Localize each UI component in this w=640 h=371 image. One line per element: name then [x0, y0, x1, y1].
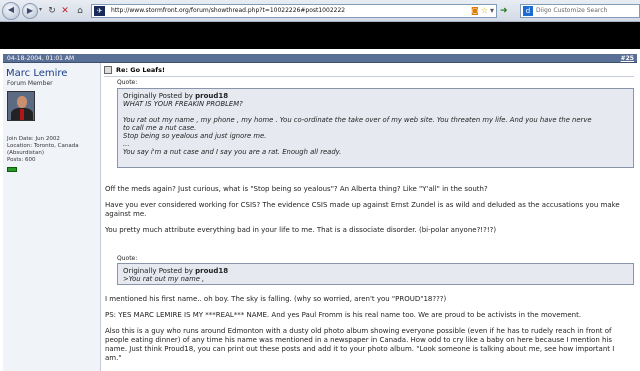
address-bar[interactable]: ✈ http://www.stormfront.org/forum/showth…	[91, 4, 497, 18]
go-icon[interactable]: ➜	[500, 5, 512, 17]
quote-header: Originally Posted by proud18	[123, 267, 229, 275]
quote-line: Stop being so yealous and just ignore me…	[123, 132, 267, 140]
url-text[interactable]: http://www.stormfront.org/forum/showthre…	[111, 7, 345, 14]
forum-page: 04-18-2004, 01:01 AM #25 Marc Lemire For…	[0, 49, 640, 371]
post-number-link[interactable]: #25	[621, 55, 634, 62]
join-date: Join Date: Jun 2002	[7, 136, 60, 142]
post-paragraph: Also this is a guy who runs around Edmon…	[105, 327, 615, 362]
divider	[104, 76, 634, 77]
quote-label: Quote:	[117, 79, 138, 86]
avatar[interactable]	[7, 91, 35, 121]
quote-header: Originally Posted by proud18	[123, 92, 229, 100]
rss-icon[interactable]: ◙	[471, 6, 479, 15]
quote-line: to call me a nut case.	[123, 124, 197, 132]
user-info-panel: Marc Lemire Forum Member Join Date: Jun …	[3, 63, 101, 371]
toolbar-band	[0, 22, 640, 49]
stop-icon[interactable]: ✕	[58, 4, 72, 18]
quote-label: Quote:	[117, 255, 138, 262]
reload-icon[interactable]: ↻	[45, 4, 59, 18]
quote-box: Originally Posted by proud18 >You rat ou…	[117, 263, 634, 285]
post-date: 04-18-2004, 01:01 AM	[7, 55, 75, 62]
back-button[interactable]: ◀	[2, 2, 20, 20]
quote-author: proud18	[195, 267, 229, 275]
reputation-icon	[7, 167, 17, 172]
quote-line: ...	[123, 140, 130, 148]
post-count: Posts: 600	[7, 157, 36, 163]
search-box[interactable]: d Diigo Customize Search	[520, 4, 640, 18]
home-icon[interactable]: ⌂	[73, 4, 87, 18]
browser-toolbar: ◀ ▶ ▾ ↻ ✕ ⌂ ✈ http://www.stormfront.org/…	[0, 0, 640, 22]
post-title: Re: Go Leafs!	[116, 66, 165, 74]
post-header-bar: 04-18-2004, 01:01 AM #25	[3, 54, 637, 63]
quote-box: Originally Posted by proud18 WHAT IS YOU…	[117, 88, 634, 168]
search-placeholder[interactable]: Diigo Customize Search	[536, 7, 607, 14]
post-paragraph: You pretty much attribute everything bad…	[105, 226, 497, 234]
user-location: Location: Toronto, Canada (Absurdistan)	[7, 143, 79, 156]
forward-button[interactable]: ▶	[22, 3, 38, 19]
username-link[interactable]: Marc Lemire	[6, 68, 67, 79]
post-paragraph: I mentioned his first name.. oh boy. The…	[105, 295, 447, 303]
url-dropdown-icon[interactable]: ▾	[490, 6, 494, 15]
user-title: Forum Member	[7, 80, 53, 87]
quote-line: You say i'm a nut case and I say you are…	[123, 148, 342, 156]
bookmark-star-icon[interactable]: ☆	[481, 6, 488, 15]
post-paragraph: PS: YES MARC LEMIRE IS MY ***REAL*** NAM…	[105, 311, 582, 319]
quote-author: proud18	[195, 92, 229, 100]
post-body: Re: Go Leafs! Quote: Originally Posted b…	[102, 63, 637, 371]
post-paragraph: Off the meds again? Just curious, what i…	[105, 185, 488, 193]
post-icon	[104, 66, 112, 74]
quote-line: WHAT IS YOUR FREAKIN PROBLEM?	[123, 100, 243, 108]
quote-line: >You rat out my name ,	[123, 275, 205, 283]
diigo-search-icon[interactable]: d	[523, 6, 533, 16]
quote-line: You rat out my name , my phone , my home…	[123, 116, 592, 124]
site-favicon-icon: ✈	[94, 6, 105, 16]
post-paragraph: Have you ever considered working for CSI…	[105, 201, 620, 218]
quote-line	[123, 108, 628, 116]
user-details: Join Date: Jun 2002 Location: Toronto, C…	[7, 136, 102, 164]
